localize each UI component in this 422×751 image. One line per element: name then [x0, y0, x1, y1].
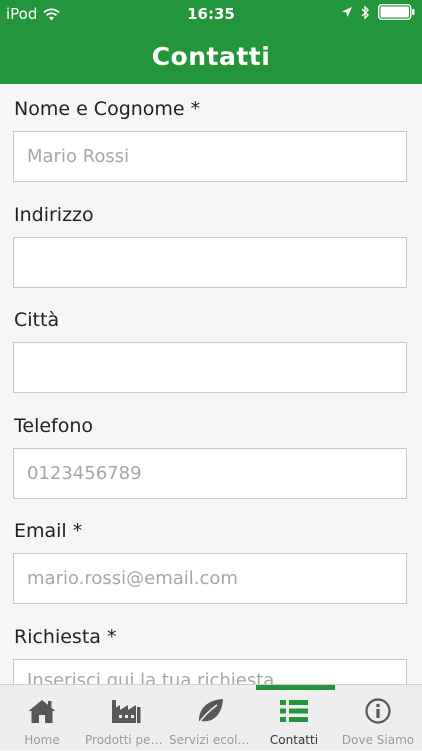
status-right [341, 4, 416, 20]
leaf-icon [197, 699, 223, 725]
request-placeholder: Inserisci qui la tua richiesta [27, 670, 275, 684]
tab-home[interactable]: Home [0, 685, 84, 751]
tab-dove-siamo-label: Dove Siamo [341, 733, 415, 747]
phone-input[interactable]: 0123456789 [13, 448, 407, 499]
bluetooth-icon [361, 4, 369, 20]
home-icon [28, 700, 56, 723]
tab-prodotti[interactable]: Prodotti petro... [84, 685, 168, 751]
email-placeholder: mario.rossi@email.com [27, 568, 238, 589]
tab-home-label: Home [24, 733, 60, 747]
city-input[interactable] [13, 342, 407, 393]
tab-servizi-label: Servizi ecolog... [169, 733, 251, 747]
contact-form: Nome e Cognome * Mario Rossi Indirizzo C… [0, 84, 422, 684]
page-title: Contatti [151, 41, 271, 71]
name-label: Nome e Cognome * [14, 98, 201, 120]
name-placeholder: Mario Rossi [27, 146, 130, 167]
name-input[interactable]: Mario Rossi [13, 131, 407, 182]
request-label: Richiesta * [14, 626, 117, 648]
address-input[interactable] [13, 237, 407, 288]
factory-icon [112, 700, 141, 723]
address-label: Indirizzo [14, 204, 94, 226]
tab-bar: Home Prodotti petro... Servizi ecolog... [0, 684, 422, 750]
tab-prodotti-label: Prodotti petro... [85, 733, 167, 747]
city-label: Città [14, 309, 60, 331]
phone-label: Telefono [14, 415, 94, 437]
email-label: Email * [14, 520, 83, 542]
tab-dove-siamo[interactable]: Dove Siamo [336, 685, 420, 751]
location-arrow-icon [342, 7, 352, 17]
list-icon [280, 700, 308, 722]
request-textarea[interactable]: Inserisci qui la tua richiesta [13, 659, 407, 684]
status-bar: iPod 16:35 [0, 0, 422, 28]
nav-bar: Contatti [0, 28, 422, 84]
email-input[interactable]: mario.rossi@email.com [13, 553, 407, 604]
phone-placeholder: 0123456789 [27, 463, 142, 484]
tab-servizi[interactable]: Servizi ecolog... [168, 685, 252, 751]
tab-contatti-label: Contatti [269, 733, 319, 747]
info-icon [365, 698, 391, 724]
battery-icon [378, 4, 415, 20]
tab-contatti[interactable]: Contatti [252, 685, 336, 751]
